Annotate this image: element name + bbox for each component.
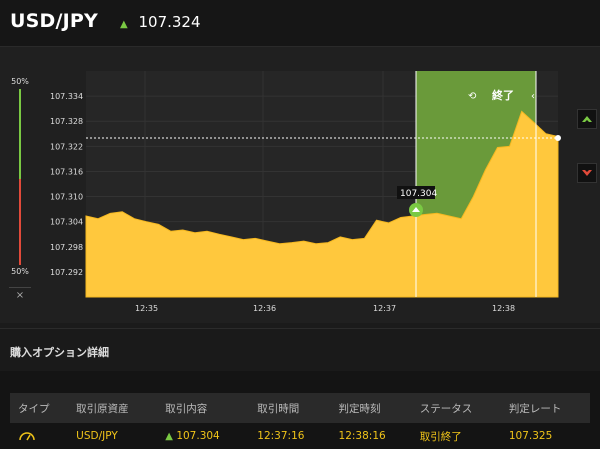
header: USD/JPY ▲ 107.324: [0, 0, 600, 47]
x-tick-label: 12:38: [492, 304, 515, 313]
y-tick-label: 107.322: [50, 142, 83, 151]
x-tick-label: 12:35: [135, 304, 158, 313]
buy-low-button[interactable]: [577, 163, 597, 183]
y-tick-label: 107.304: [50, 218, 83, 227]
replay-icon[interactable]: ⟲: [468, 91, 477, 102]
chevron-left-icon[interactable]: ‹: [531, 91, 535, 102]
row-trade-value: 107.304: [176, 430, 220, 442]
section-title: 購入オプション詳細: [10, 346, 109, 359]
col-status: ステータス: [411, 393, 501, 423]
table-header-row: タイプ 取引原資産 取引内容 取引時間 判定時刻 ステータス 判定レート: [10, 393, 590, 423]
current-rate-dot: [555, 134, 561, 141]
row-asset: USD/JPY: [76, 430, 118, 442]
current-rate: ▲ 107.324: [120, 13, 201, 31]
y-tick-label: 107.334: [50, 92, 83, 101]
entry-tooltip: 107.304: [400, 189, 437, 199]
y-tick-label: 107.316: [50, 167, 83, 176]
row-judge: 12:38:16: [338, 430, 386, 442]
col-trade: 取引内容: [157, 393, 250, 423]
up-arrow-icon: ▲: [165, 431, 173, 442]
y-tick-label: 107.298: [50, 243, 83, 252]
col-asset: 取引原資産: [68, 393, 158, 423]
y-tick-label: 107.292: [50, 268, 83, 277]
table-row[interactable]: USD/JPY ▲ 107.304 12:37:16 12:38:16 取引終了…: [10, 423, 590, 449]
buy-high-button[interactable]: [577, 109, 597, 129]
row-rate: 107.325: [508, 430, 553, 442]
up-arrow-icon: ▲: [120, 19, 128, 30]
end-label: 終了: [492, 88, 514, 102]
x-axis: 12:35 12:36 12:37 12:38: [135, 304, 515, 313]
y-tick-label: 107.310: [50, 193, 83, 202]
row-time: 12:37:16: [257, 430, 305, 442]
gauge-icon: [10, 423, 68, 449]
trade-details: タイプ 取引原資産 取引内容 取引時間 判定時刻 ステータス 判定レート USD…: [0, 371, 600, 449]
current-rate-value: 107.324: [138, 13, 201, 31]
chart-panel: 50% 50% × 107.334 107.328 107.322 107.316 10…: [0, 47, 600, 323]
y-tick-label: 107.328: [50, 117, 83, 126]
col-judge: 判定時刻: [330, 393, 412, 423]
price-chart: 107.334 107.328 107.322 107.316 107.310 107.3…: [50, 71, 561, 313]
col-rate: 判定レート: [500, 393, 590, 423]
section-header: 購入オプション詳細: [0, 328, 600, 372]
x-tick-label: 12:37: [373, 304, 396, 313]
trade-table: タイプ 取引原資産 取引内容 取引時間 判定時刻 ステータス 判定レート USD…: [10, 393, 590, 449]
currency-pair-title: USD/JPY: [10, 10, 98, 32]
y-axis: 107.334 107.328 107.322 107.316 107.310 107.3…: [50, 92, 83, 277]
row-trade: ▲ 107.304: [157, 423, 249, 449]
row-status: 取引終了: [419, 430, 462, 443]
col-time: 取引時間: [249, 393, 331, 423]
col-type: タイプ: [10, 393, 69, 423]
x-tick-label: 12:36: [253, 304, 276, 313]
